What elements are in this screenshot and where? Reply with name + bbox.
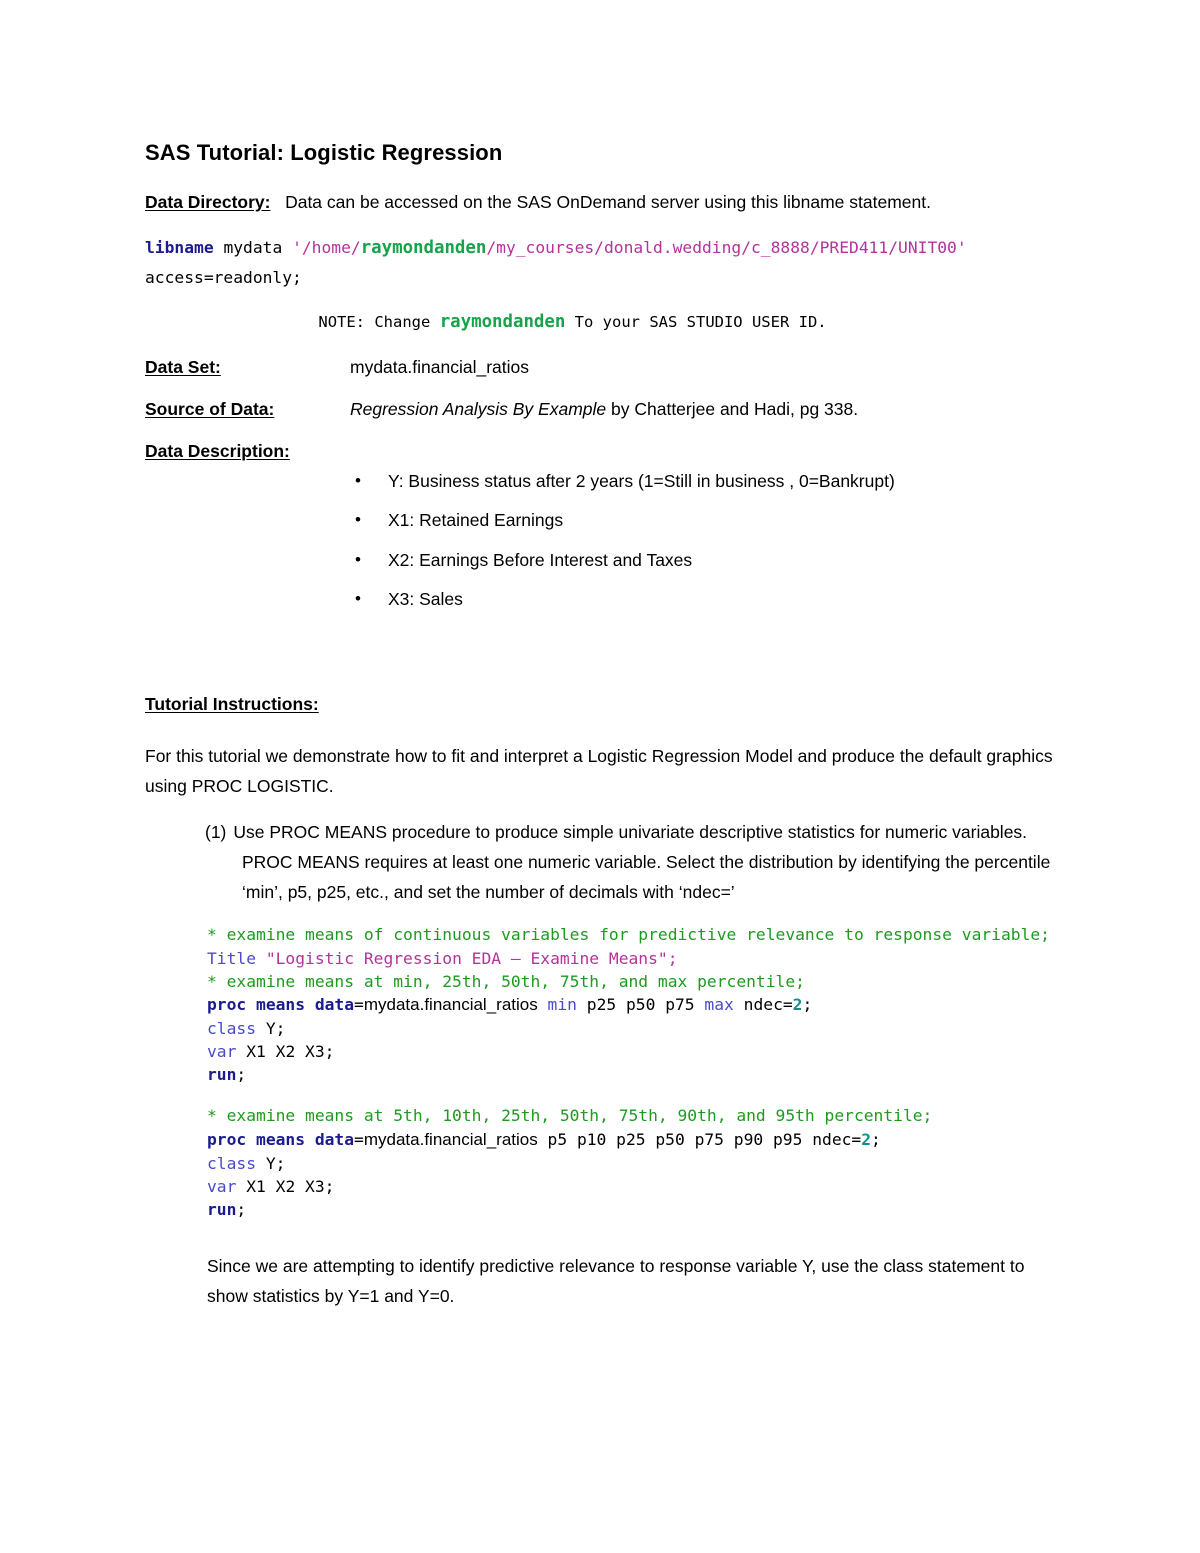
ndec-value: 2 (792, 994, 803, 1014)
tutorial-instructions-label: Tutorial Instructions: (145, 693, 319, 714)
dataset-name: mydata.financial_ratios (363, 994, 538, 1014)
data-description-list: Y: Business status after 2 years (1=Stil… (145, 472, 1060, 609)
data-directory-paragraph: Data Directory: Data can be accessed on … (145, 193, 1060, 211)
title-keyword: Title (207, 948, 257, 968)
stat-max-keyword: max (704, 994, 734, 1014)
comment-text: * examine means of continuous variables … (207, 925, 1050, 945)
code-line-run: run; (145, 1198, 1060, 1221)
statement-terminator: ; (802, 994, 813, 1014)
note-line: NOTE: Change raymondanden To your SAS ST… (145, 312, 1060, 332)
dataset-name: mydata.financial_ratios (363, 1129, 538, 1149)
source-of-data-row: Source of Data: Regression Analysis By Ex… (145, 398, 1060, 419)
class-value: Y; (265, 1153, 286, 1173)
code-line-class: class Y; (145, 1017, 1060, 1040)
list-item: Y: Business status after 2 years (1=Stil… (145, 472, 1060, 491)
var-keyword: var (207, 1176, 237, 1196)
data-directory-text: Data can be accessed on the SAS OnDemand… (285, 192, 931, 213)
code-line-var: var X1 X2 X3; (145, 1040, 1060, 1063)
step-text: Use PROC MEANS procedure to produce simp… (233, 822, 1051, 903)
class-value: Y; (265, 1019, 286, 1039)
list-item: X3: Sales (145, 590, 1060, 609)
equals-sign: = (354, 994, 364, 1014)
ndec-label: ndec= (743, 994, 793, 1014)
statement-terminator: ; (871, 1129, 881, 1149)
code-line-title: Title "Logistic Regression EDA – Examine… (145, 947, 1060, 970)
step-number: (1) (205, 822, 227, 843)
list-item: X1: Retained Earnings (145, 511, 1060, 530)
comment-text: * examine means at 5th, 10th, 25th, 50th… (207, 1106, 933, 1126)
var-value: X1 X2 X3; (246, 1042, 335, 1062)
closing-paragraph: Since we are attempting to identify pred… (207, 1256, 1025, 1307)
closing-spacer (145, 1221, 1060, 1251)
code-block-1: * examine means of continuous variables … (145, 923, 1060, 1086)
data-set-label: Data Set: (145, 356, 221, 377)
statement-terminator: ; (236, 1065, 247, 1085)
proc-keyword: proc means data (207, 994, 355, 1014)
source-book-title: Regression Analysis By Example (350, 398, 607, 419)
ndec-label: ndec= (812, 1129, 862, 1149)
page-title: SAS Tutorial: Logistic Regression (145, 140, 503, 165)
tutorial-instructions-heading: Tutorial Instructions: (145, 693, 1060, 714)
document-body: SAS Tutorial: Logistic Regression Data D… (145, 140, 1060, 1321)
code-line-run: run; (145, 1063, 1060, 1086)
data-description-row: Data Description: (145, 442, 1060, 460)
libname-path-suffix: /my_courses/donald.wedding/c_8888/PRED41… (486, 237, 967, 257)
code-line-comment-1: * examine means at 5th, 10th, 25th, 50th… (145, 1104, 1060, 1127)
class-keyword: class (207, 1019, 257, 1039)
instruction-steps: (1) Use PROC MEANS procedure to produce s… (145, 817, 1060, 907)
code-line-comment-1: * examine means of continuous variables … (145, 923, 1060, 946)
code-line-proc-means: proc means data=mydata.financial_ratios … (145, 1128, 1060, 1152)
source-of-data-label: Source of Data: (145, 398, 275, 419)
class-keyword: class (207, 1153, 257, 1173)
libname-user-id: raymondanden (360, 237, 487, 258)
code-line-var: var X1 X2 X3; (145, 1175, 1060, 1198)
equals-sign: = (354, 1129, 364, 1149)
note-user-id: raymondanden (439, 311, 566, 332)
data-directory-label: Data Directory: (145, 192, 271, 213)
code-block-spacer (145, 1086, 1060, 1104)
data-description-label: Data Description: (145, 441, 290, 462)
data-set-value: mydata.financial_ratios (350, 356, 529, 377)
note-suffix: To your SAS STUDIO USER ID. (574, 312, 827, 331)
stat-min-keyword: min (547, 994, 577, 1014)
title-string: "Logistic Regression EDA – Examine Means… (265, 948, 678, 968)
libname-library: mydata (223, 237, 283, 257)
tutorial-intro-paragraph: For this tutorial we demonstrate how to … (145, 746, 1053, 797)
source-book-rest: by Chatterjee and Hadi, pg 338. (606, 398, 859, 419)
document-page: SAS Tutorial: Logistic Regression Data D… (0, 0, 1200, 1553)
comment-text: * examine means at min, 25th, 50th, 75th… (207, 971, 805, 991)
code-line-comment-2: * examine means at min, 25th, 50th, 75th… (145, 970, 1060, 993)
note-prefix: NOTE: Change (318, 312, 431, 331)
ndec-value: 2 (861, 1129, 872, 1149)
data-set-row: Data Set: mydata.financial_ratios (145, 356, 1060, 377)
libname-statement: libname mydata '/home/raymondanden/my_co… (145, 236, 1060, 261)
libname-options: access=readonly; (145, 268, 302, 288)
stats-percentiles: p25 p50 p75 (586, 994, 695, 1014)
code-line-proc-means: proc means data=mydata.financial_ratios … (145, 993, 1060, 1017)
stats-percentiles: p5 p10 p25 p50 p75 p90 p95 (547, 1129, 803, 1149)
code-block-2: * examine means at 5th, 10th, 25th, 50th… (145, 1104, 1060, 1221)
code-line-class: class Y; (145, 1152, 1060, 1175)
run-keyword: run (207, 1065, 237, 1085)
run-keyword: run (207, 1200, 237, 1219)
var-keyword: var (207, 1042, 237, 1062)
libname-path-prefix: '/home/ (292, 237, 361, 257)
proc-keyword: proc means data (207, 1129, 355, 1149)
libname-keyword: libname (145, 237, 214, 257)
list-item: X2: Earnings Before Interest and Taxes (145, 551, 1060, 570)
statement-terminator: ; (236, 1200, 247, 1219)
instruction-step-1: (1) Use PROC MEANS procedure to produce s… (145, 817, 1060, 907)
var-value: X1 X2 X3; (246, 1176, 335, 1196)
